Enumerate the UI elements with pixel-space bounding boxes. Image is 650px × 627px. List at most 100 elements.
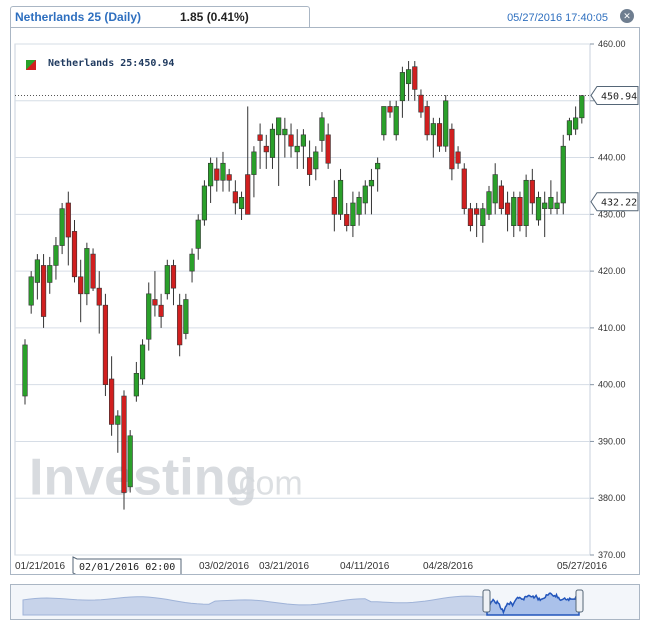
candle-body — [40, 265, 47, 317]
candle-body — [183, 299, 189, 334]
candle-body — [492, 174, 498, 204]
candle-body — [220, 162, 226, 181]
close-icon[interactable]: ✕ — [620, 9, 634, 23]
candle-body — [115, 415, 121, 425]
candle-body — [573, 117, 579, 130]
y-tick-label: 390.00 — [598, 436, 626, 446]
candle-body — [566, 120, 573, 136]
candle-body — [560, 145, 566, 204]
candle-body — [276, 117, 282, 136]
x-tick-label: 03/21/2016 — [259, 561, 309, 572]
candle-body — [306, 157, 313, 175]
candle-body — [177, 304, 183, 346]
candle-body — [498, 185, 504, 209]
candle-body — [22, 344, 28, 397]
candle-body — [109, 378, 115, 425]
candle-body — [59, 208, 65, 246]
y-tick-label: 380.00 — [598, 493, 626, 503]
y-tick-label: 370.00 — [598, 550, 626, 560]
candle-body — [195, 219, 201, 249]
candle-body — [542, 202, 548, 209]
candle-body — [146, 293, 152, 340]
candle-body — [461, 168, 467, 209]
candle-body — [226, 174, 232, 181]
candle-body — [362, 185, 368, 204]
navigator-chart[interactable] — [11, 585, 639, 619]
candle-body — [387, 106, 393, 113]
y-tick-label: 410.00 — [598, 323, 626, 333]
x-tick-label: 03/02/2016 — [199, 561, 249, 572]
candle-body — [257, 134, 263, 141]
candle-body — [232, 191, 238, 204]
candle-body — [189, 253, 195, 272]
candle-body — [504, 202, 511, 215]
x-tick-label: 01/21/2016 — [15, 561, 65, 572]
candle-body — [529, 179, 535, 204]
candle-body — [214, 168, 220, 181]
candle-body — [467, 208, 474, 226]
candle-body — [78, 276, 84, 295]
investing-logo: Investing — [29, 449, 257, 507]
y-tick-label: 460.00 — [598, 39, 626, 49]
candle-body — [288, 134, 294, 147]
x-tick-label: 05/27/2016 — [557, 561, 607, 572]
candle-body — [486, 191, 492, 215]
candle-body — [96, 287, 102, 306]
candle-legend-icon — [26, 60, 36, 70]
candle-body — [294, 145, 300, 153]
candle-body — [238, 197, 245, 209]
instrument-title: Netherlands 25 (Daily) — [15, 10, 142, 24]
candle-body — [436, 123, 443, 147]
candle-body — [579, 95, 585, 119]
navigator-left-handle[interactable] — [482, 589, 491, 613]
crosshair-label: 02/01/2016 02:00 — [79, 562, 175, 573]
marker-price-label: 432.22 — [601, 198, 637, 209]
candle-body — [300, 134, 307, 147]
candle-body — [84, 248, 90, 295]
candle-body — [424, 106, 430, 136]
candle-body — [65, 202, 71, 238]
navigator-right-handle[interactable] — [575, 589, 584, 613]
candle-body — [282, 128, 288, 136]
candle-body — [449, 128, 455, 170]
candlestick-chart[interactable]: 370.00380.00390.00400.00410.00420.00430.… — [11, 28, 639, 574]
candle-body — [511, 197, 517, 226]
candle-body — [393, 106, 399, 136]
candle-body — [337, 179, 344, 215]
candle-body — [523, 179, 529, 226]
candle-body — [331, 197, 337, 215]
current-price-label: 450.94 — [601, 91, 637, 102]
candle-body — [548, 197, 554, 209]
legend-text: Netherlands 25:450.94 — [48, 58, 175, 69]
candle-body — [263, 145, 269, 153]
candle-body — [127, 435, 133, 488]
y-tick-label: 440.00 — [598, 153, 626, 163]
investing-logo-suffix: .com — [229, 465, 303, 503]
candle-body — [152, 299, 158, 306]
x-tick-label: 04/11/2016 — [340, 561, 390, 572]
candle-body — [121, 395, 127, 493]
candle-body — [269, 128, 276, 158]
range-navigator[interactable] — [10, 584, 640, 620]
candle-body — [139, 344, 146, 380]
y-tick-label: 400.00 — [598, 380, 626, 390]
candle-body — [245, 174, 251, 215]
candle-body — [47, 265, 53, 283]
candle-body — [375, 162, 381, 170]
chart-panel[interactable]: 370.00 380.00 390.00 400.00 410.00 420.00 430.… — [10, 27, 640, 575]
navigator-range-area — [486, 592, 580, 616]
candle-body — [474, 208, 480, 215]
candle-body — [412, 66, 418, 90]
candle-body — [350, 202, 356, 226]
candle-body — [430, 123, 436, 136]
candle-body — [28, 276, 34, 306]
candle-body — [158, 304, 164, 317]
header-bar: Netherlands 25 (Daily) 1.85 (0.41%) 05/2… — [0, 0, 650, 29]
candle-body — [399, 72, 405, 102]
candle-body — [71, 231, 78, 278]
candle-body — [368, 179, 375, 187]
candle-body — [443, 100, 449, 147]
candle-body — [535, 197, 542, 221]
candle-body — [480, 208, 486, 226]
price-change: 1.85 (0.41%) — [180, 10, 249, 24]
